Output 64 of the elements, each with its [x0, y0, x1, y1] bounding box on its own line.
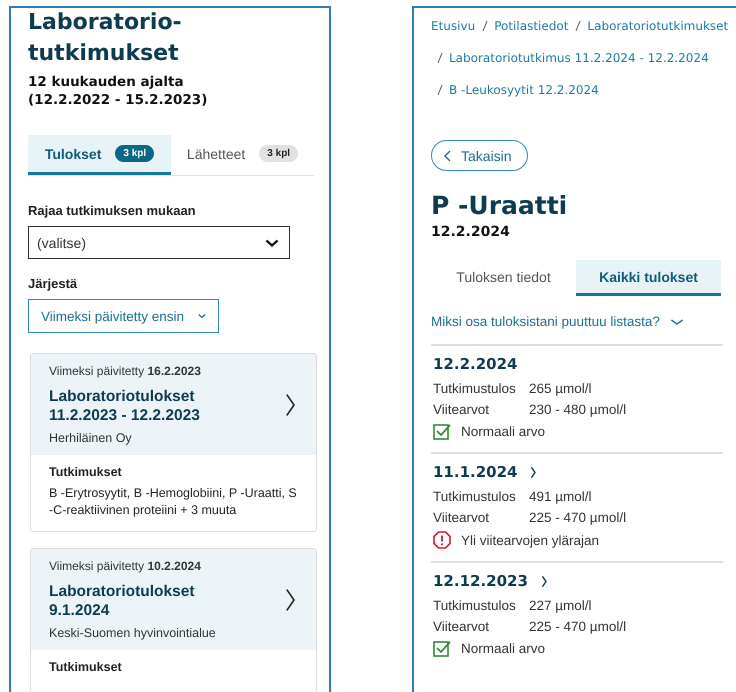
- updated-text: Viimeksi päivitetty 16.2.2023: [49, 364, 201, 378]
- breadcrumb-link[interactable]: Laboratoriotutkimus 11.2.2024 - 12.2.2024: [449, 51, 709, 65]
- result-value: 227 µmol/l: [529, 598, 592, 613]
- result-value: 265 µmol/l: [529, 381, 592, 396]
- card-header[interactable]: Viimeksi päivitetty 10.2.2024 Laboratoriotulokset 9.1.2024 Keski-Suomen hyvinvointialue: [31, 549, 316, 650]
- breadcrumb-link[interactable]: B -Leukosyytit 12.2.2024: [449, 83, 599, 97]
- result-date: 12.2.2024: [431, 224, 510, 240]
- card-title: Laboratoriotulokset 11.2.2023 - 12.2.2023: [49, 387, 201, 425]
- page-title: Laboratorio-tutkimukset: [28, 9, 183, 68]
- reference-range-label: Viitearvot: [433, 510, 490, 525]
- slash-icon: [482, 20, 488, 32]
- period-range: (12.2.2022 - 15.2.2023): [28, 91, 208, 109]
- reference-range-label: Viitearvot: [433, 619, 490, 634]
- sort-label: Järjestä: [28, 276, 78, 291]
- result-label: Tutkimustulos: [433, 489, 516, 504]
- alert-octagon-icon: [433, 531, 451, 549]
- tests-heading: Tutkimukset: [49, 465, 122, 479]
- tests-list: B -Erytrosyytit, B -Hemoglobiini, P -Uraatti, S -C-reaktiivinen proteiini + 3 muuta: [49, 485, 298, 519]
- disclosure-toggle[interactable]: Miksi osa tuloksistani puuttuu listasta?: [431, 314, 684, 329]
- filter-dropdown[interactable]: (valitse): [28, 226, 290, 259]
- sort-dropdown[interactable]: Viimeksi päivitetty ensin: [28, 299, 220, 333]
- filter-label: Rajaa tutkimuksen mukaan: [28, 203, 196, 218]
- check-box-icon: [433, 423, 451, 440]
- status-text: Normaali arvo: [461, 641, 546, 656]
- reference-range-value: 225 - 470 µmol/l: [529, 619, 626, 634]
- status-text: Yli viitearvojen ylärajan: [461, 532, 600, 548]
- result-date: 12.2.2024: [433, 355, 518, 373]
- result-date-link[interactable]: 11.1.2024: [433, 461, 723, 483]
- status-text: Normaali arvo: [461, 424, 546, 439]
- provider-name: Herhiläinen Oy: [49, 431, 132, 445]
- reference-range-value: 225 - 470 µmol/l: [529, 510, 626, 525]
- check-box-icon: [433, 640, 451, 657]
- reference-range-label: Viitearvot: [433, 402, 490, 417]
- breadcrumb-link[interactable]: Etusivu: [431, 19, 476, 33]
- chevron-left-icon: [444, 150, 451, 162]
- card-header[interactable]: Viimeksi päivitetty 16.2.2023 Laboratoriotulokset 11.2.2023 - 12.2.2023 Herhiläinen Oy: [31, 354, 316, 455]
- tab[interactable]: Kaikki tulokset: [576, 260, 721, 296]
- result-label: Tutkimustulos: [433, 381, 516, 396]
- chevron-down-icon: [198, 313, 206, 319]
- provider-name: Keski-Suomen hyvinvointialue: [49, 626, 216, 640]
- slash-icon: [437, 52, 443, 64]
- count-badge: 3 kpl: [259, 145, 298, 162]
- card-title: Laboratoriotulokset 9.1.2024: [49, 582, 196, 620]
- breadcrumb-link[interactable]: Laboratoriotutkimukset: [587, 19, 728, 33]
- reference-range-value: 230 - 480 µmol/l: [529, 402, 626, 417]
- tests-heading: Tutkimukset: [49, 660, 122, 674]
- chevron-right-icon: [540, 574, 548, 588]
- count-badge: 3 kpl: [115, 145, 154, 162]
- chevron-right-icon: [529, 466, 538, 478]
- tab[interactable]: Lähetteet 3 kpl: [171, 135, 314, 175]
- tab[interactable]: Tuloksen tiedot: [431, 260, 576, 296]
- slash-icon: [437, 84, 443, 96]
- page-title: P -Uraatti: [431, 191, 568, 220]
- result-date-link[interactable]: 12.12.2023: [433, 570, 723, 592]
- result-label: Tutkimustulos: [433, 598, 516, 613]
- breadcrumb-link[interactable]: Potilastiedot: [494, 19, 568, 33]
- tab[interactable]: Tulokset 3 kpl: [28, 135, 171, 175]
- updated-text: Viimeksi päivitetty 10.2.2024: [49, 559, 201, 573]
- slash-icon: [575, 20, 582, 32]
- result-value: 491 µmol/l: [529, 489, 592, 504]
- period-label: 12 kuukauden ajalta: [28, 73, 185, 91]
- chevron-down-icon: [670, 318, 684, 326]
- back-button[interactable]: Takaisin: [431, 140, 528, 171]
- chevron-down-icon: [265, 238, 279, 248]
